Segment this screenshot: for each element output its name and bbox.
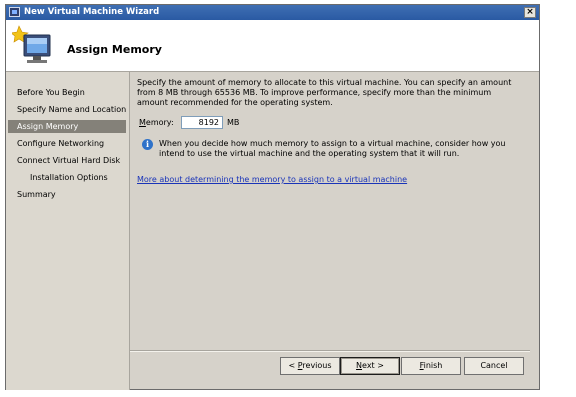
- button-divider: [130, 350, 530, 352]
- title-bar[interactable]: New Virtual Machine Wizard ×: [6, 5, 539, 20]
- sidebar-item-connect-virtual-hard-disk[interactable]: Connect Virtual Hard Disk: [8, 154, 126, 167]
- previous-button[interactable]: < Previous: [280, 357, 340, 375]
- sidebar-item-before-you-begin[interactable]: Before You Begin: [8, 86, 126, 99]
- more-about-memory-link[interactable]: More about determining the memory to ass…: [137, 175, 407, 184]
- next-button[interactable]: Next >: [340, 357, 400, 375]
- wizard-steps-sidebar: Before You Begin Specify Name and Locati…: [6, 72, 130, 390]
- info-text: When you decide how much memory to assig…: [159, 139, 506, 158]
- window-title: New Virtual Machine Wizard: [24, 7, 160, 17]
- memory-label: Memory:: [139, 118, 174, 127]
- app-icon: [9, 7, 20, 17]
- memory-unit: MB: [227, 118, 240, 127]
- memory-input[interactable]: 8192: [181, 116, 223, 129]
- close-button[interactable]: ×: [524, 7, 536, 18]
- page-title: Assign Memory: [67, 43, 162, 56]
- sidebar-item-assign-memory[interactable]: Assign Memory: [8, 120, 126, 133]
- monitor-with-star-icon: [12, 25, 51, 63]
- sidebar-item-installation-options[interactable]: Installation Options: [8, 171, 126, 184]
- cancel-button[interactable]: Cancel: [464, 357, 524, 375]
- sidebar-item-specify-name-location[interactable]: Specify Name and Location: [8, 103, 126, 116]
- sidebar-item-configure-networking[interactable]: Configure Networking: [8, 137, 126, 150]
- wizard-window: New Virtual Machine Wizard × Assign Memo…: [5, 4, 540, 390]
- info-icon: i: [142, 139, 153, 150]
- memory-description: Specify the amount of memory to allocate…: [137, 78, 512, 107]
- finish-button[interactable]: Finish: [401, 357, 461, 375]
- sidebar-item-summary[interactable]: Summary: [8, 188, 126, 201]
- wizard-header: Assign Memory: [6, 20, 539, 72]
